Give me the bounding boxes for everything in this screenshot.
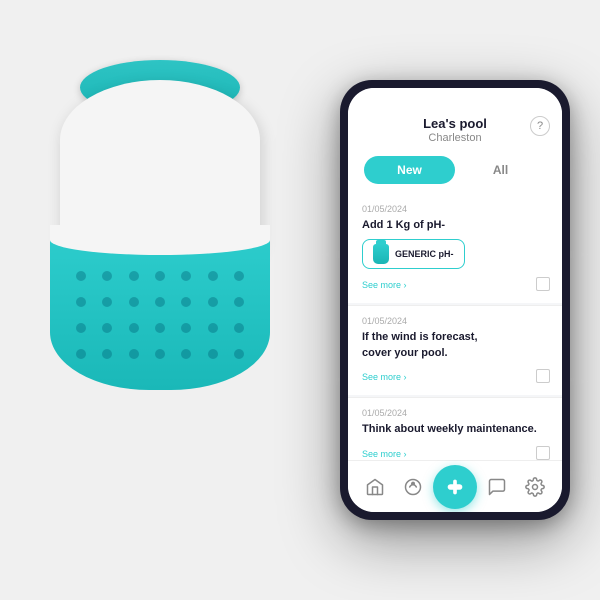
notification-item: 01/05/2024 Add 1 Kg of pH- GENERIC pH- S…	[348, 194, 562, 303]
phone-screen: Lea's pool Charleston ? New All 01/05/20…	[348, 88, 562, 512]
notif-checkbox[interactable]	[536, 369, 550, 383]
see-more-link[interactable]: See more	[362, 449, 407, 459]
dot	[234, 349, 244, 359]
dot	[208, 271, 218, 281]
nav-chat-button[interactable]	[479, 469, 515, 505]
dot	[208, 297, 218, 307]
notif-title: If the wind is forecast,cover your pool.	[362, 330, 548, 361]
dot	[181, 323, 191, 333]
dot	[76, 349, 86, 359]
dot	[129, 271, 139, 281]
bottom-nav	[348, 460, 562, 512]
nav-pool-button[interactable]	[395, 469, 431, 505]
dot	[181, 297, 191, 307]
dot	[155, 349, 165, 359]
dot	[208, 323, 218, 333]
notifications-list: 01/05/2024 Add 1 Kg of pH- GENERIC pH- S…	[348, 194, 562, 460]
see-more-link[interactable]: See more	[362, 372, 407, 382]
dot	[181, 271, 191, 281]
phone: Lea's pool Charleston ? New All 01/05/20…	[340, 80, 570, 520]
device-bottom	[50, 225, 270, 390]
notif-date: 01/05/2024	[362, 408, 548, 418]
dot	[129, 323, 139, 333]
dots-grid	[65, 260, 255, 370]
notif-title: Add 1 Kg of pH-	[362, 218, 548, 233]
help-button[interactable]: ?	[530, 116, 550, 136]
dot	[102, 323, 112, 333]
notification-item: 01/05/2024 If the wind is forecast,cover…	[348, 306, 562, 395]
pool-device	[30, 50, 290, 450]
product-chip: GENERIC pH-	[362, 239, 465, 269]
tab-bar: New All	[348, 156, 562, 194]
dot	[102, 271, 112, 281]
dot	[76, 323, 86, 333]
notif-checkbox[interactable]	[536, 277, 550, 291]
nav-scan-button[interactable]	[433, 465, 477, 509]
dot	[155, 297, 165, 307]
nav-home-button[interactable]	[357, 469, 393, 505]
pool-name: Lea's pool	[364, 116, 546, 131]
notif-title: Think about weekly maintenance.	[362, 422, 548, 437]
nav-settings-button[interactable]	[517, 469, 553, 505]
device-body	[50, 50, 270, 390]
app-header: Lea's pool Charleston ?	[348, 108, 562, 156]
dot	[102, 349, 112, 359]
notif-checkbox[interactable]	[536, 446, 550, 460]
product-label: GENERIC pH-	[395, 249, 454, 259]
dot	[76, 297, 86, 307]
see-more-link[interactable]: See more	[362, 280, 407, 290]
dot	[234, 271, 244, 281]
notification-item: 01/05/2024 Think about weekly maintenanc…	[348, 398, 562, 460]
notif-date: 01/05/2024	[362, 316, 548, 326]
dot	[155, 271, 165, 281]
scene: Lea's pool Charleston ? New All 01/05/20…	[0, 0, 600, 600]
tab-new[interactable]: New	[364, 156, 455, 184]
dot	[129, 297, 139, 307]
notif-date: 01/05/2024	[362, 204, 548, 214]
dot	[234, 297, 244, 307]
dot	[208, 349, 218, 359]
pool-location: Charleston	[364, 132, 546, 144]
dot	[102, 297, 112, 307]
dot	[234, 323, 244, 333]
dot	[155, 323, 165, 333]
dot	[76, 271, 86, 281]
tab-all[interactable]: All	[455, 156, 546, 184]
product-icon	[373, 244, 389, 264]
dot	[129, 349, 139, 359]
phone-frame: Lea's pool Charleston ? New All 01/05/20…	[340, 80, 570, 520]
status-bar	[348, 88, 562, 108]
dot	[181, 349, 191, 359]
